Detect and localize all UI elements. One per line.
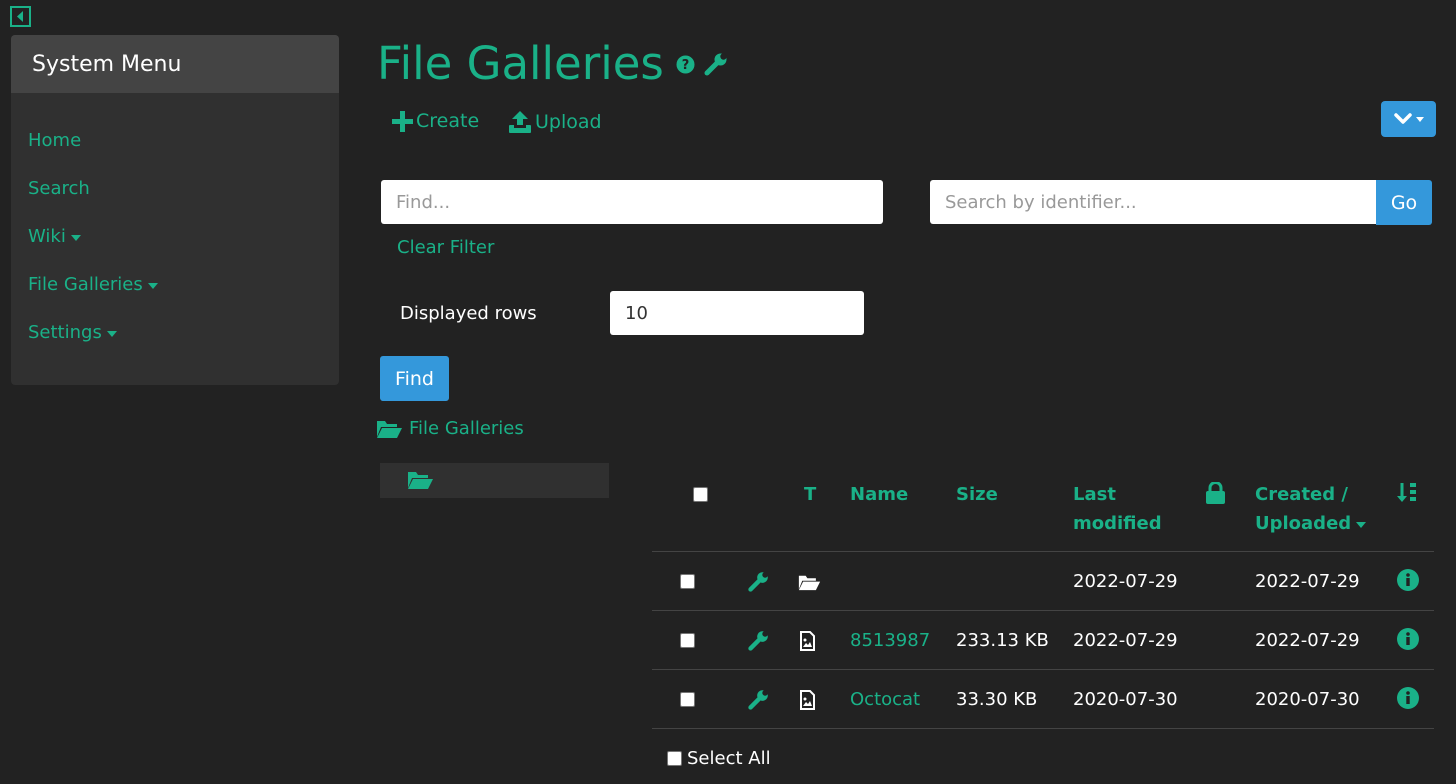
wrench-icon[interactable] (747, 629, 770, 652)
breadcrumb[interactable]: File Galleries (376, 418, 524, 439)
sidebar-item-settings[interactable]: Settings (28, 321, 339, 369)
displayed-rows-label: Displayed rows (400, 303, 537, 324)
column-name[interactable]: Name (850, 480, 908, 509)
last-modified-date: 2022-07-29 (1073, 630, 1178, 651)
file-size: 233.13 KB (956, 630, 1049, 651)
column-size[interactable]: Size (956, 480, 998, 509)
chevron-down-icon (1393, 113, 1412, 125)
caret-down-icon (147, 283, 158, 289)
header-select-checkbox[interactable] (693, 487, 708, 502)
info-icon[interactable] (1397, 569, 1419, 591)
last-modified-date: 2022-07-29 (1073, 571, 1178, 592)
upload-icon (508, 110, 532, 134)
table-header: T Name Size Last modified Created / Uplo… (652, 464, 1434, 552)
breadcrumb-label: File Galleries (409, 418, 524, 439)
clear-filter-link[interactable]: Clear Filter (397, 237, 494, 258)
row-checkbox[interactable] (680, 692, 695, 707)
sidebar-item-label: File Galleries (28, 274, 143, 295)
sidebar-item-search[interactable]: Search (28, 177, 339, 225)
column-label: Last (1073, 484, 1116, 505)
wrench-icon[interactable] (747, 688, 770, 711)
system-menu: System Menu Home Search Wiki File Galler… (11, 35, 339, 385)
plus-icon (392, 110, 413, 132)
folder-open-icon (798, 574, 821, 591)
folder-open-icon (376, 419, 403, 439)
system-menu-title: System Menu (11, 35, 339, 93)
wrench-icon[interactable] (747, 570, 770, 593)
sidebar-item-label: Wiki (28, 226, 66, 247)
sidebar-item-label: Home (28, 130, 82, 151)
file-image-icon (800, 631, 815, 651)
column-label: modified (1073, 513, 1162, 534)
sidebar-item-wiki[interactable]: Wiki (28, 225, 339, 273)
go-button[interactable]: Go (1376, 180, 1432, 225)
gallery-tree (380, 463, 609, 498)
upload-label: Upload (535, 111, 602, 133)
row-checkbox[interactable] (680, 633, 695, 648)
question-circle-icon[interactable]: ? (676, 55, 695, 74)
column-type[interactable]: T (804, 480, 816, 509)
table-row: 8513987 233.13 KB 2022-07-29 2022-07-29 (652, 611, 1434, 670)
column-label-row: Uploaded (1255, 509, 1367, 538)
info-icon[interactable] (1397, 628, 1419, 650)
select-all[interactable]: Select All (667, 748, 771, 769)
displayed-rows-input[interactable] (610, 291, 864, 335)
created-date: 2022-07-29 (1255, 571, 1360, 592)
caret-down-icon (70, 235, 81, 241)
caret-down-icon (1415, 116, 1424, 122)
sidebar-item-label: Search (28, 178, 90, 199)
find-input[interactable] (381, 180, 883, 224)
folder-open-icon[interactable] (407, 470, 434, 490)
column-created[interactable]: Created / Uploaded (1255, 480, 1367, 538)
sort-desc-icon (1356, 522, 1367, 528)
collapse-sidebar-icon[interactable] (10, 6, 31, 27)
file-name-link[interactable]: Octocat (850, 689, 920, 711)
page-title: File Galleries ? (377, 36, 729, 92)
column-last-modified[interactable]: Last modified (1073, 480, 1162, 538)
sidebar-item-file-galleries[interactable]: File Galleries (28, 273, 339, 321)
svg-text:?: ? (682, 58, 690, 73)
wrench-icon[interactable] (703, 51, 729, 77)
created-date: 2020-07-30 (1255, 689, 1360, 710)
lock-icon[interactable] (1206, 482, 1225, 504)
file-image-icon (800, 690, 815, 710)
row-checkbox[interactable] (680, 574, 695, 589)
upload-button[interactable]: Upload (508, 110, 602, 134)
identifier-search-input[interactable] (930, 180, 1377, 224)
column-label: Uploaded (1255, 513, 1352, 534)
table-row: 2022-07-29 2022-07-29 (652, 552, 1434, 611)
select-all-label: Select All (687, 748, 771, 769)
actions-dropdown-button[interactable] (1381, 101, 1436, 137)
last-modified-date: 2020-07-30 (1073, 689, 1178, 710)
file-name-link[interactable]: 8513987 (850, 630, 930, 652)
system-menu-list: Home Search Wiki File Galleries Settings (11, 93, 339, 369)
created-date: 2022-07-29 (1255, 630, 1360, 651)
info-icon[interactable] (1397, 687, 1419, 709)
caret-down-icon (106, 331, 117, 337)
file-galleries-table: T Name Size Last modified Created / Uplo… (652, 464, 1434, 729)
find-button[interactable]: Find (380, 356, 449, 401)
create-button[interactable]: Create (392, 110, 479, 132)
sidebar-item-home[interactable]: Home (28, 129, 339, 177)
column-label: Created / (1255, 484, 1348, 505)
sidebar-item-label: Settings (28, 322, 102, 343)
select-all-checkbox[interactable] (667, 751, 682, 766)
file-size: 33.30 KB (956, 689, 1038, 710)
page-title-text: File Galleries (377, 37, 664, 90)
sort-icon[interactable] (1397, 482, 1419, 504)
table-row: Octocat 33.30 KB 2020-07-30 2020-07-30 (652, 670, 1434, 729)
create-label: Create (416, 110, 480, 132)
